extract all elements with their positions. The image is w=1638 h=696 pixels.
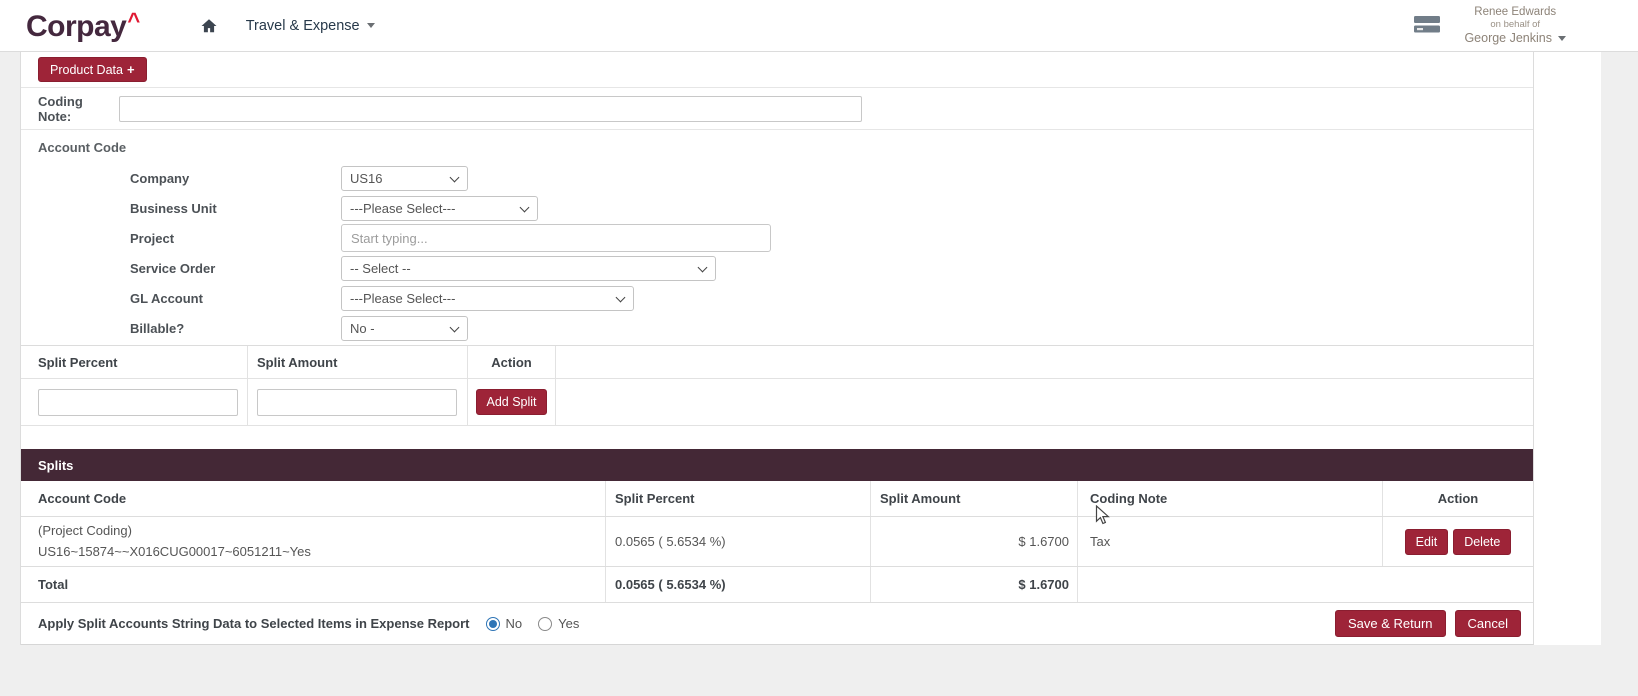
chevron-down-icon (1558, 36, 1566, 42)
on-behalf-label: on behalf of (1490, 18, 1541, 30)
radio-no-icon[interactable] (485, 616, 500, 631)
company-label: Company (130, 170, 190, 186)
add-split-button[interactable]: Add Split (476, 389, 547, 415)
radio-yes-icon[interactable] (538, 616, 553, 631)
coding-panel: Product Data + Coding Note: Account Code … (21, 52, 1534, 645)
company-select[interactable]: US16 (341, 165, 468, 191)
row-split-amount: $ 1.6700 (871, 517, 1078, 566)
split-percent-header: Split Percent (21, 346, 248, 378)
split-amount-header: Split Amount (248, 346, 468, 378)
nav-travel-expense[interactable]: Travel & Expense (246, 18, 375, 34)
col-coding-note: Coding Note (1078, 481, 1383, 516)
acting-as-name: George Jenkins (1464, 30, 1552, 45)
coding-note-input[interactable] (119, 95, 862, 122)
corpay-logo[interactable]: Corpay^ (26, 8, 140, 44)
plus-icon: + (126, 62, 135, 77)
split-percent-input[interactable] (38, 388, 238, 416)
totals-row: Total 0.0565 ( 5.6534 %) $ 1.6700 (21, 567, 1533, 603)
brand-caret: ^ (127, 7, 140, 33)
delete-button[interactable]: Delete (1453, 528, 1512, 555)
coding-note-label: Coding Note: (38, 93, 83, 124)
top-navbar: Corpay^ Travel & Expense Renee Edwards o… (0, 0, 1638, 52)
billable-select[interactable]: No - (341, 315, 468, 341)
split-amount-input[interactable] (257, 388, 457, 416)
product-data-label: Product Data (50, 63, 123, 77)
service-order-label: Service Order (130, 260, 216, 276)
product-data-button[interactable]: Product Data + (38, 57, 147, 82)
brand-text: Corpay (26, 9, 127, 43)
row-split-percent: 0.0565 ( 5.6534 %) (606, 517, 871, 566)
chevron-down-icon (366, 23, 375, 28)
radio-no-label: No (505, 616, 523, 631)
col-action: Action (1437, 491, 1479, 506)
total-split-amount: $ 1.6700 (871, 567, 1078, 602)
account-code-string: US16~15874~~X016CUG00017~6051211~Yes (38, 543, 311, 559)
account-coding-type: (Project Coding) (38, 523, 132, 539)
split-row: (Project Coding) US16~15874~~X016CUG0001… (21, 517, 1533, 567)
col-account-code: Account Code (21, 481, 606, 516)
splits-table: Account Code Split Percent Split Amount … (21, 481, 1533, 603)
gl-account-label: GL Account (130, 290, 203, 306)
project-label: Project (130, 230, 175, 246)
business-unit-label: Business Unit (130, 200, 217, 216)
home-icon[interactable] (200, 17, 218, 35)
row-coding-note: Tax (1078, 517, 1383, 566)
radio-yes-label: Yes (558, 616, 580, 631)
edit-button[interactable]: Edit (1404, 528, 1449, 555)
page-body: Product Data + Coding Note: Account Code … (20, 52, 1601, 645)
account-code-section: Account Code Company US16 Business Unit … (21, 130, 1533, 345)
total-split-percent: 0.0565 ( 5.6534 %) (606, 567, 871, 602)
col-split-percent: Split Percent (606, 481, 871, 516)
gl-account-select[interactable]: ---Please Select--- (341, 285, 634, 311)
nav-travel-expense-label: Travel & Expense (245, 17, 360, 34)
account-code-heading: Account Code (38, 140, 127, 155)
billable-label: Billable? (130, 320, 185, 336)
total-label: Total (21, 567, 606, 602)
splits-section-header: Splits (21, 449, 1533, 481)
footer-actions: Apply Split Accounts String Data to Sele… (21, 603, 1533, 644)
radio-yes[interactable]: Yes (538, 616, 579, 631)
user-menu[interactable]: Renee Edwards on behalf of George Jenkin… (1464, 5, 1566, 47)
radio-no[interactable]: No (485, 616, 523, 631)
action-header: Action (468, 346, 556, 378)
cancel-button[interactable]: Cancel (1454, 610, 1521, 637)
split-entry-table: Split Percent Split Amount Action Add Sp… (21, 345, 1533, 426)
credit-card-icon[interactable] (1414, 15, 1441, 37)
service-order-select[interactable]: -- Select -- (341, 255, 716, 281)
user-name: Renee Edwards (1474, 5, 1557, 18)
project-input[interactable] (341, 224, 771, 252)
col-split-amount: Split Amount (871, 481, 1078, 516)
save-return-button[interactable]: Save & Return (1334, 610, 1446, 637)
business-unit-select[interactable]: ---Please Select--- (341, 195, 538, 221)
apply-split-label: Apply Split Accounts String Data to Sele… (38, 616, 470, 631)
